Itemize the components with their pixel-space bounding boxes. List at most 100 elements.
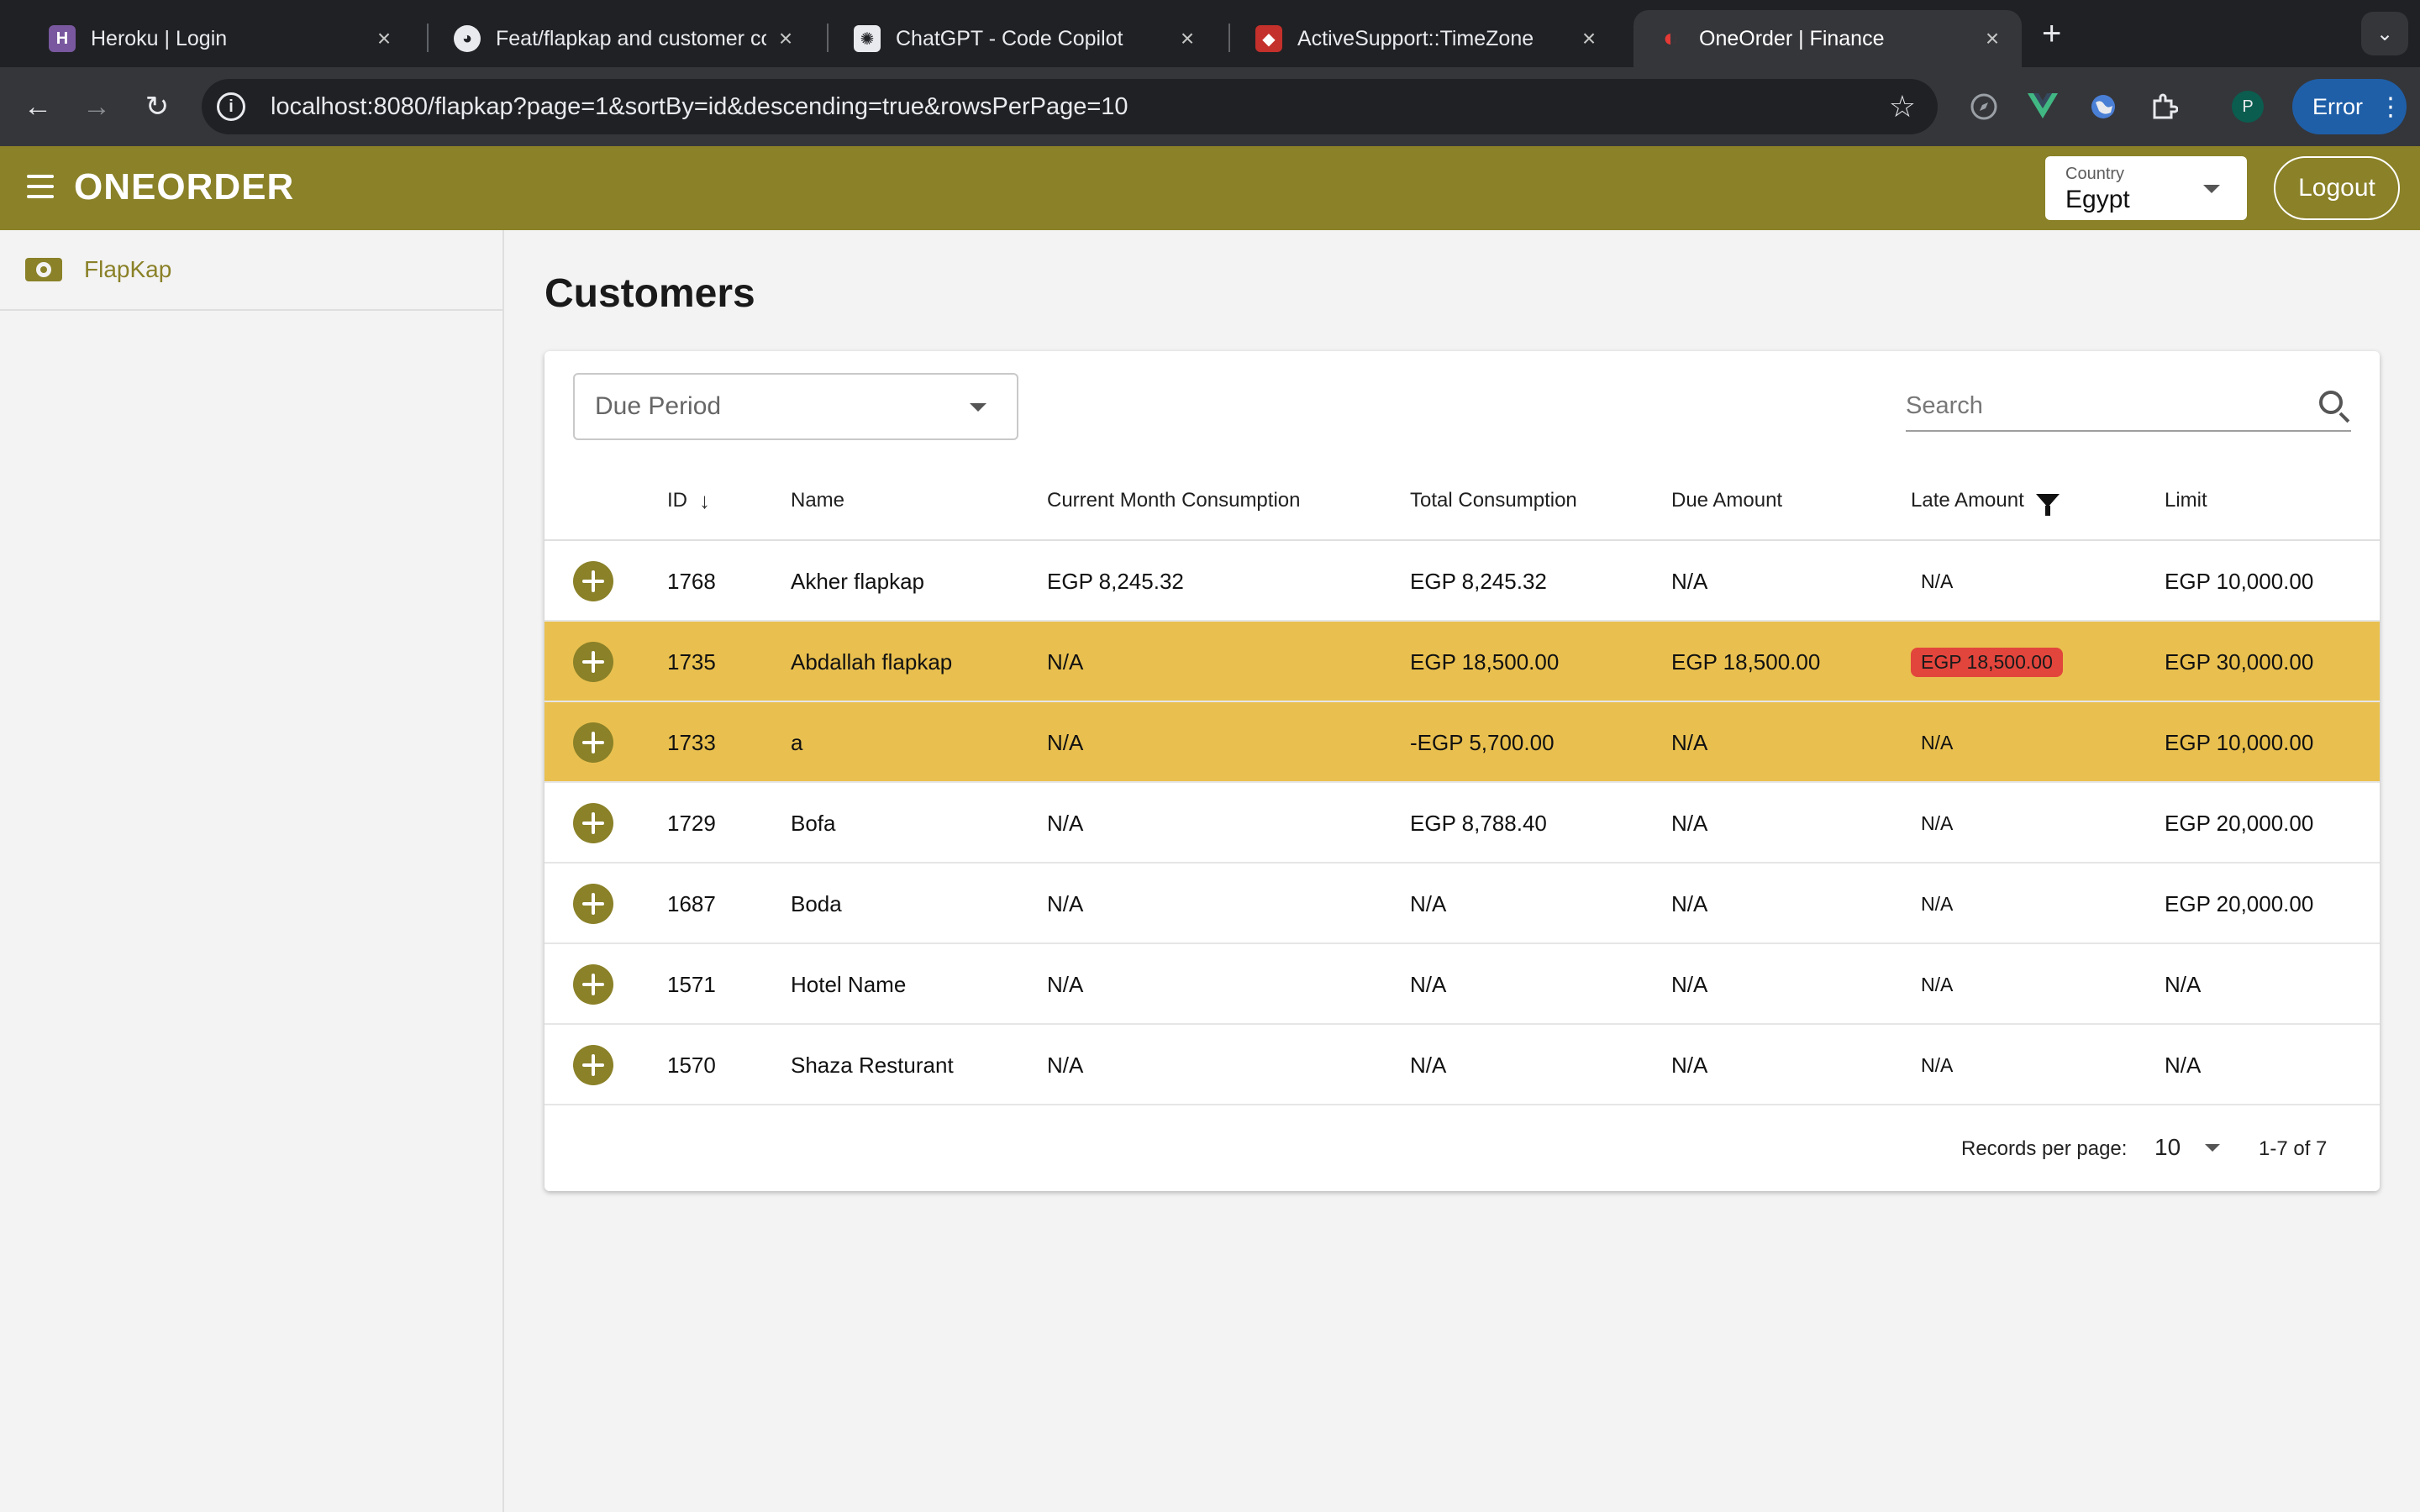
sidebar-item-flapkap[interactable]: FlapKap [0, 230, 502, 311]
close-icon[interactable]: × [773, 25, 798, 52]
column-header-name[interactable]: Name [791, 460, 844, 541]
table-row[interactable]: 1570 Shaza Resturant N/A N/A N/A N/A N/A [544, 1025, 2380, 1105]
browser-tab-strip: H Heroku | Login × ◕ Feat/flapkap and cu… [0, 0, 2420, 67]
column-header-label: Limit [2165, 489, 2207, 512]
table-row[interactable]: 1733 a N/A -EGP 5,700.00 N/A N/A EGP 10,… [544, 702, 2380, 783]
close-icon[interactable]: × [371, 25, 397, 52]
table-row[interactable]: 1768 Akher flapkap EGP 8,245.32 EGP 8,24… [544, 541, 2380, 622]
cash-icon [25, 258, 62, 281]
cell-name: a [791, 729, 803, 755]
cell-current-month: N/A [1047, 810, 1084, 836]
cell-total: N/A [1410, 890, 1447, 916]
table-row[interactable]: 1735 Abdallah flapkap N/A EGP 18,500.00 … [544, 622, 2380, 702]
new-tab-icon[interactable]: + [2042, 15, 2061, 53]
cell-due: N/A [1671, 890, 1708, 916]
country-select[interactable]: Country Egypt [2045, 156, 2247, 220]
search-icon[interactable] [2317, 389, 2351, 423]
column-header-label: Current Month Consumption [1047, 489, 1301, 512]
column-header-label: ID [667, 489, 687, 512]
cell-id: 1571 [667, 971, 716, 997]
expand-row-icon[interactable] [573, 722, 613, 763]
compass-extension-icon[interactable] [1963, 86, 2005, 128]
profile-avatar[interactable]: P [2227, 86, 2269, 128]
address-bar[interactable]: i localhost:8080/flapkap?page=1&sortBy=i… [202, 79, 1938, 134]
records-per-page-select[interactable]: 10 [2154, 1134, 2181, 1161]
cell-late: N/A [1921, 892, 1954, 915]
column-header-due-amount[interactable]: Due Amount [1671, 460, 1782, 541]
cell-limit: EGP 20,000.00 [2165, 810, 2314, 836]
column-header-label: Name [791, 489, 845, 512]
tab-divider [827, 24, 829, 52]
back-icon[interactable]: ← [17, 86, 59, 128]
tab-divider [1228, 24, 1230, 52]
table-row[interactable]: 1687 Boda N/A N/A N/A N/A EGP 20,000.00 [544, 864, 2380, 944]
table-header: ID ↓ Name Current Month Consumption Tota… [544, 460, 2380, 541]
error-label: Error [2312, 93, 2363, 119]
cell-due: N/A [1671, 729, 1708, 755]
menu-icon[interactable] [27, 175, 54, 198]
pagination-range: 1-7 of 7 [2259, 1137, 2328, 1160]
sidebar-item-label: FlapKap [84, 256, 172, 282]
chevron-down-icon [2203, 185, 2220, 193]
tab-search-icon[interactable]: ⌄ [2361, 12, 2408, 55]
close-icon[interactable]: × [1175, 25, 1200, 52]
expand-row-icon[interactable] [573, 642, 613, 682]
cell-current-month: N/A [1047, 1052, 1084, 1078]
cell-current-month: N/A [1047, 890, 1084, 916]
cell-current-month: EGP 8,245.32 [1047, 568, 1184, 594]
cell-total: N/A [1410, 971, 1447, 997]
column-header-total[interactable]: Total Consumption [1410, 460, 1577, 541]
cell-current-month: N/A [1047, 648, 1084, 675]
column-header-label: Total Consumption [1410, 489, 1577, 512]
cell-limit: EGP 20,000.00 [2165, 890, 2314, 916]
tab-heroku[interactable]: H Heroku | Login × [25, 10, 413, 67]
column-header-limit[interactable]: Limit [2165, 460, 2207, 541]
column-header-current-month[interactable]: Current Month Consumption [1047, 460, 1300, 541]
cell-total: EGP 8,245.32 [1410, 568, 1547, 594]
records-per-page-label: Records per page: [1961, 1137, 2128, 1160]
app-logo: ONEORDER [74, 166, 295, 207]
app-header: ONEORDER Country Egypt Logout [0, 146, 2420, 230]
reload-icon[interactable]: ↻ [136, 86, 178, 128]
profile-initial: P [2232, 91, 2264, 123]
due-period-select[interactable]: Due Period [573, 373, 1018, 440]
error-button[interactable]: Error ⋮ [2292, 79, 2407, 134]
globe-extension-icon[interactable] [2082, 86, 2124, 128]
cell-name: Hotel Name [791, 971, 907, 997]
column-header-label: Late Amount [1911, 489, 2024, 512]
tab-title: Heroku | Login [91, 26, 228, 50]
expand-row-icon[interactable] [573, 1045, 613, 1085]
cell-name: Shaza Resturant [791, 1052, 954, 1078]
cell-limit: N/A [2165, 1052, 2202, 1078]
bookmark-star-icon[interactable]: ☆ [1889, 89, 1916, 124]
search-input[interactable]: Search [1906, 381, 2351, 432]
logout-button[interactable]: Logout [2274, 156, 2400, 220]
site-info-icon[interactable]: i [217, 92, 245, 121]
cell-total: N/A [1410, 1052, 1447, 1078]
cell-name: Abdallah flapkap [791, 648, 953, 675]
column-header-id[interactable]: ID ↓ [667, 460, 710, 541]
cell-limit: EGP 10,000.00 [2165, 568, 2314, 594]
tab-activesupport[interactable]: ◆ ActiveSupport::TimeZone × [1232, 10, 1618, 67]
table-row[interactable]: 1571 Hotel Name N/A N/A N/A N/A N/A [544, 944, 2380, 1025]
expand-row-icon[interactable] [573, 561, 613, 601]
search-placeholder: Search [1906, 391, 1983, 419]
expand-row-icon[interactable] [573, 964, 613, 1005]
column-header-late-amount[interactable]: Late Amount [1911, 460, 2060, 541]
tab-github[interactable]: ◕ Feat/flapkap and customer co × [430, 10, 815, 67]
close-icon[interactable]: × [1576, 25, 1602, 52]
filter-icon[interactable] [2035, 494, 2060, 516]
forward-icon[interactable]: → [76, 86, 118, 128]
expand-row-icon[interactable] [573, 803, 613, 843]
cell-due: EGP 18,500.00 [1671, 648, 1821, 675]
vue-devtools-icon[interactable] [2022, 86, 2064, 128]
tab-chatgpt[interactable]: ✺ ChatGPT - Code Copilot × [830, 10, 1217, 67]
close-icon[interactable]: × [1980, 25, 2005, 52]
chevron-down-icon[interactable] [2205, 1144, 2220, 1152]
extensions-puzzle-icon[interactable] [2143, 86, 2185, 128]
chevron-down-icon [970, 403, 986, 412]
table-row[interactable]: 1729 Bofa N/A EGP 8,788.40 N/A N/A EGP 2… [544, 783, 2380, 864]
sort-descending-icon[interactable]: ↓ [699, 488, 710, 514]
expand-row-icon[interactable] [573, 884, 613, 924]
tab-oneorder[interactable]: ◐ OneOrder | Finance × [1634, 10, 2022, 67]
